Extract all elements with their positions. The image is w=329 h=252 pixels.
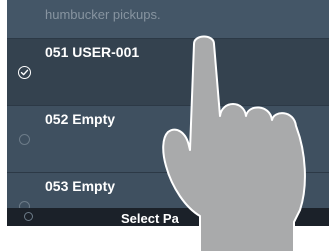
preset-description: humbucker pickups. <box>7 0 329 39</box>
preset-name: 051 USER-001 <box>45 44 140 60</box>
preset-name: 053 Empty <box>45 178 116 194</box>
checked-radio-icon <box>18 66 31 79</box>
preset-item-052[interactable]: 052 Empty <box>7 106 329 173</box>
preset-name: 052 Empty <box>45 111 116 127</box>
description-text: humbucker pickups. <box>45 7 161 22</box>
select-bar[interactable]: Select Pa <box>7 208 329 226</box>
radio-icon <box>24 212 33 221</box>
select-bar-label: Select Pa <box>121 211 179 226</box>
preset-item-051[interactable]: 051 USER-001 <box>7 39 329 106</box>
radio-icon <box>19 134 30 145</box>
preset-list-screen: humbucker pickups. 051 USER-001 052 Empt… <box>7 0 329 226</box>
